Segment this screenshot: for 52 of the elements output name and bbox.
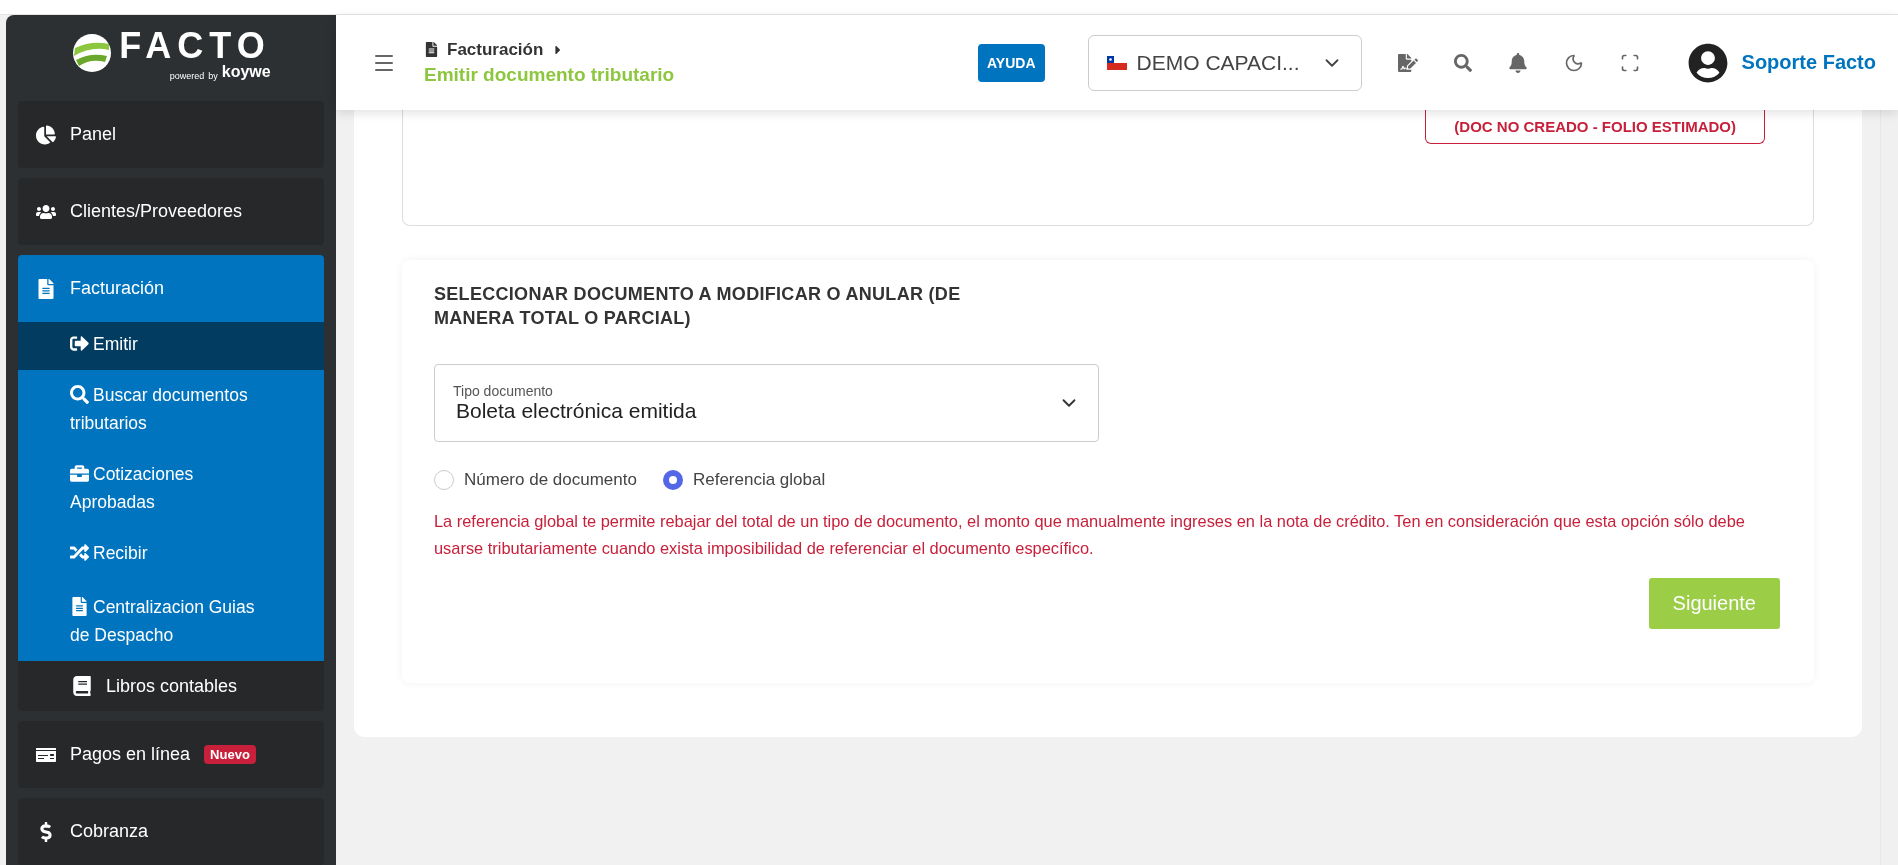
- document-icon: [70, 597, 89, 616]
- fullscreen-icon[interactable]: [1619, 52, 1640, 73]
- sidebar-item[interactable]: Libros contables: [18, 661, 324, 711]
- document-icon: [36, 278, 56, 299]
- submenu-item[interactable]: Buscar documentos tributarios: [18, 370, 324, 449]
- radio-button[interactable]: [434, 470, 454, 490]
- status-notice: (DOC NO CREADO - FOLIO ESTIMADO): [1425, 110, 1765, 144]
- sidebar-item[interactable]: Facturación Emitir Buscar documentos tributarios Cotizaciones Aprobadas Recibir Centralizacion Guias de Despacho: [18, 255, 324, 661]
- info-note: La referencia global te permite rebajar del total de un tipo de documento, el monto que manualmente ingreses en la nota de crédito. Ten en consideración que esta opción sólo debe usarse tributariamente cuando exista imposibilidad de referenciar el documento específico.: [434, 511, 1746, 559]
- logo-by: by: [208, 71, 218, 81]
- submenu-item[interactable]: Centralizacion Guias de Despacho: [18, 582, 324, 661]
- submenu-item[interactable]: Emitir: [18, 322, 324, 370]
- moon-icon[interactable]: [1563, 52, 1584, 73]
- breadcrumb-section[interactable]: Facturación: [447, 39, 544, 60]
- arrow-exit-icon: [70, 334, 89, 353]
- shuffle-icon: [70, 543, 89, 562]
- sidebar-item[interactable]: Panel: [18, 101, 324, 168]
- search-icon[interactable]: [1453, 53, 1472, 72]
- sidebar-label: Panel: [70, 124, 117, 145]
- section-title: SELECCIONAR DOCUMENTO A MODIFICAR O ANULAR (DE MANERA TOTAL O PARCIAL): [434, 283, 962, 330]
- book-icon: [72, 676, 92, 696]
- sidebar-label: Facturación: [70, 278, 165, 299]
- logo-powered: powered: [169, 71, 205, 81]
- user-menu[interactable]: Soporte Facto: [1687, 42, 1876, 83]
- logo-swirl-icon: [71, 32, 114, 74]
- radio-option[interactable]: Número de documento: [434, 470, 637, 490]
- document-icon: [424, 42, 439, 57]
- document-type-select[interactable]: Tipo documento Boleta electrónica emitida: [434, 364, 1099, 442]
- sidebar-label: Pagos en línea: [70, 744, 191, 765]
- sidebar-label: Cobranza: [70, 821, 149, 842]
- company-selector[interactable]: DEMO CAPACI...: [1087, 34, 1362, 91]
- radio-option[interactable]: Referencia global: [662, 470, 826, 490]
- avatar-icon: [1687, 42, 1728, 83]
- briefcase-icon: [70, 464, 89, 483]
- sidebar-item[interactable]: Pagos en línea Nuevo: [18, 721, 324, 788]
- flag-icon: [1106, 55, 1127, 70]
- submenu-item[interactable]: Cotizaciones Aprobadas: [18, 449, 324, 528]
- sidebar-label: Libros contables: [106, 675, 238, 697]
- bell-icon[interactable]: [1507, 52, 1528, 73]
- signature-icon[interactable]: [1397, 52, 1418, 73]
- page-title: Emitir documento tributario: [424, 63, 675, 86]
- new-badge: Nuevo: [204, 745, 256, 764]
- sidebar-item[interactable]: Clientes/Proveedores: [18, 178, 324, 245]
- pie-chart-icon: [36, 124, 56, 145]
- logo-brand: koywe: [221, 63, 271, 81]
- logo-name: FACTO: [119, 25, 271, 66]
- search-icon: [70, 385, 89, 404]
- help-button[interactable]: AYUDA: [978, 43, 1045, 82]
- sidebar-label: Clientes/Proveedores: [70, 201, 243, 222]
- radio-button[interactable]: [662, 470, 683, 490]
- sidebar-item[interactable]: Cobranza: [18, 798, 324, 865]
- submenu-item[interactable]: Recibir: [18, 528, 324, 582]
